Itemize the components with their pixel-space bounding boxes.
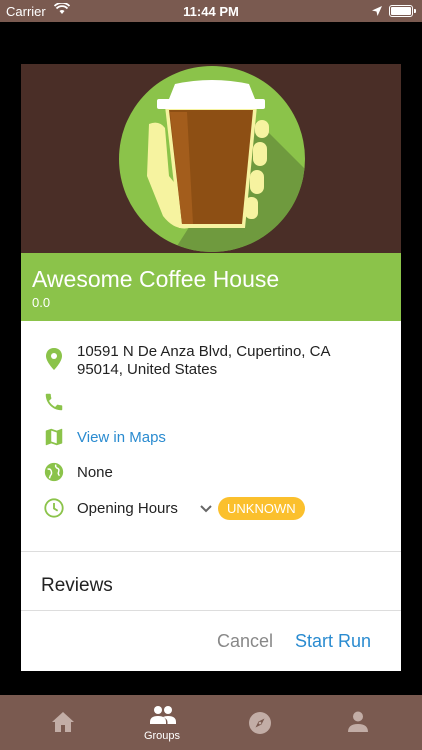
map-icon: [43, 426, 65, 453]
compass-icon: [249, 712, 271, 734]
address-line-2: 95014, United States: [77, 361, 218, 378]
tab-groups[interactable]: Groups: [112, 695, 212, 750]
website-text: None: [77, 464, 113, 481]
place-card: Awesome Coffee House 0.0 10591 N De Anza…: [21, 64, 401, 671]
tab-profile[interactable]: [308, 695, 408, 750]
status-bar: Carrier 11:44 PM: [0, 0, 422, 22]
divider: [21, 610, 401, 611]
address-line-1: 10591 N De Anza Blvd, Cupertino, CA: [77, 343, 331, 360]
tab-bar: Groups: [0, 695, 422, 750]
reviews-heading: Reviews: [41, 575, 113, 596]
start-run-button[interactable]: Start Run: [295, 631, 371, 652]
location-arrow-icon: [372, 4, 382, 19]
coffee-cup-icon: [119, 66, 305, 252]
location-pin-icon: [43, 347, 65, 376]
person-icon: [348, 711, 368, 732]
chevron-down-icon[interactable]: [199, 501, 213, 519]
divider: [21, 551, 401, 552]
clock-icon: [43, 497, 65, 524]
tab-home[interactable]: [13, 695, 113, 750]
tab-explore[interactable]: [210, 695, 310, 750]
globe-icon: [43, 461, 65, 488]
tab-groups-label: Groups: [143, 730, 181, 742]
groups-icon: [150, 706, 176, 724]
battery-icon: [389, 5, 416, 17]
place-name: Awesome Coffee House: [32, 266, 280, 292]
place-hero-image: [21, 64, 401, 253]
address-text: 10591 N De Anza Blvd, Cupertino, CA 9501…: [77, 343, 330, 379]
clock: 11:44 PM: [183, 4, 239, 19]
place-rating: 0.0: [32, 295, 51, 310]
view-in-maps-link[interactable]: View in Maps: [77, 429, 166, 447]
opening-hours-label: Opening Hours: [77, 500, 178, 517]
phone-icon: [43, 391, 65, 418]
home-icon: [52, 712, 74, 732]
opening-status-badge: UNKNOWN: [218, 497, 305, 520]
cancel-button[interactable]: Cancel: [217, 631, 273, 652]
place-title-bar: Awesome Coffee House 0.0: [21, 253, 401, 321]
